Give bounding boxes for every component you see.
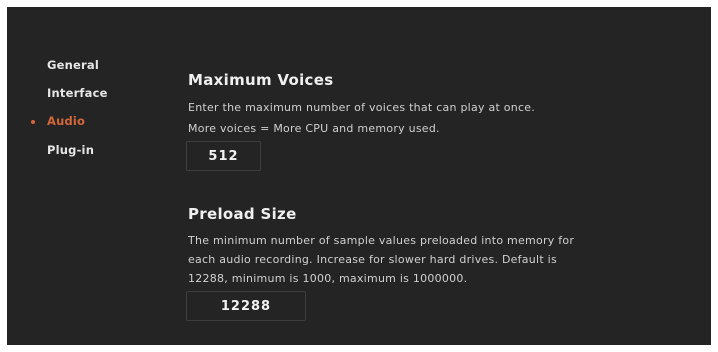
- description-line: Enter the maximum number of voices that …: [188, 101, 536, 114]
- preload-size-description: The minimum number of sample values prel…: [188, 231, 574, 288]
- sidebar-item-audio[interactable]: Audio: [31, 114, 86, 128]
- sidebar-item-label: Plug-in: [47, 143, 95, 157]
- maximum-voices-title: Maximum Voices: [188, 71, 334, 89]
- maximum-voices-description: Enter the maximum number of voices that …: [188, 98, 535, 138]
- description-line: each audio recording. Increase for slowe…: [188, 253, 557, 266]
- sidebar-item-label: Interface: [47, 86, 108, 100]
- preload-size-input[interactable]: [186, 291, 306, 321]
- description-line: 12288, minimum is 1000, maximum is 10000…: [188, 272, 468, 285]
- maximum-voices-section: Maximum Voices Enter the maximum number …: [186, 71, 688, 191]
- description-line: The minimum number of sample values prel…: [188, 234, 575, 247]
- preferences-panel: General Interface Audio Plug-in Maximum …: [7, 7, 711, 345]
- maximum-voices-input[interactable]: [186, 141, 261, 171]
- description-line: More voices = More CPU and memory used.: [188, 122, 440, 135]
- sidebar-item-label: General: [47, 58, 99, 72]
- preload-size-title: Preload Size: [188, 205, 297, 223]
- sidebar-item-label: Audio: [47, 114, 86, 128]
- sidebar-item-plug-in[interactable]: Plug-in: [47, 143, 94, 157]
- sidebar-item-interface[interactable]: Interface: [47, 86, 108, 100]
- preload-size-section: Preload Size The minimum number of sampl…: [186, 205, 688, 335]
- sidebar-item-general[interactable]: General: [47, 58, 99, 72]
- active-indicator-dot-icon: [31, 120, 35, 124]
